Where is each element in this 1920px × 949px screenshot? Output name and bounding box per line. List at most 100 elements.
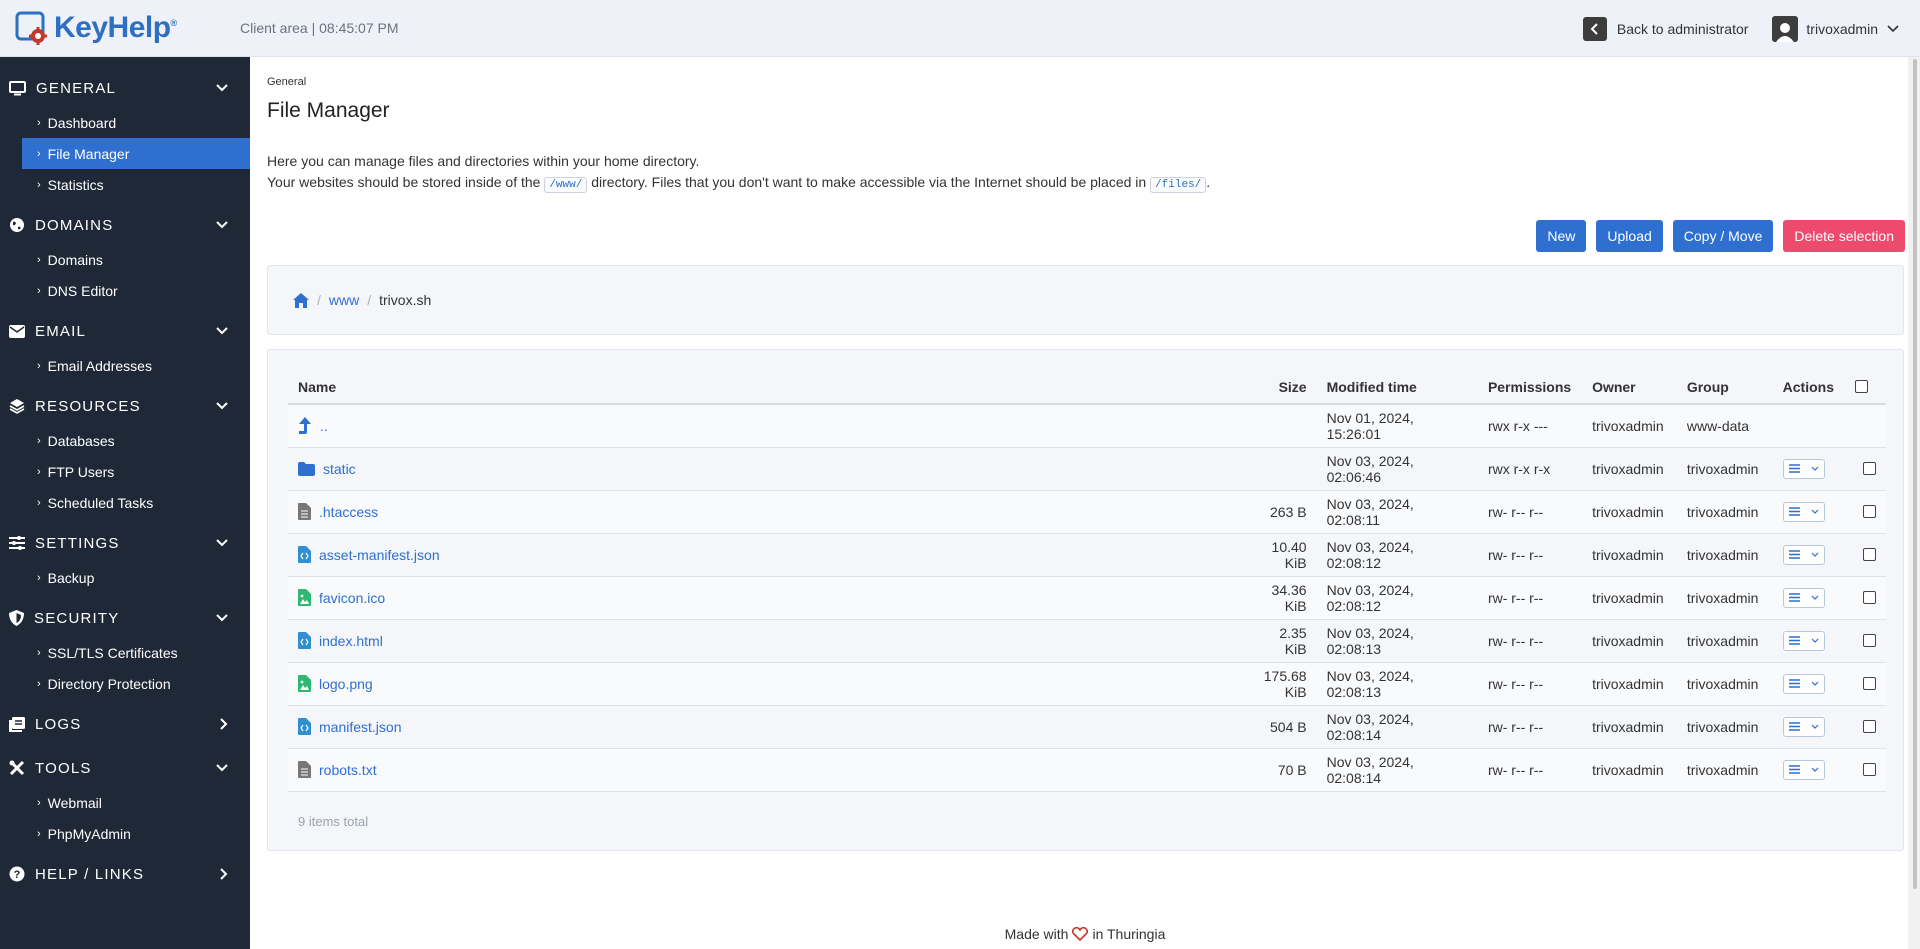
row-actions-dropdown[interactable] (1782, 587, 1825, 608)
sidebar-section-resources[interactable]: RESOURCES (0, 387, 250, 425)
sidebar-section-title: SECURITY (34, 609, 120, 627)
table-row[interactable]: static Nov 03, 2024, 02:06:46 rwx r-x r-… (288, 447, 1886, 491)
sidebar-item-email-addresses[interactable]: › Email Addresses (0, 350, 250, 381)
row-actions-dropdown[interactable] (1782, 673, 1825, 694)
sidebar-item-databases[interactable]: › Databases (0, 425, 250, 456)
row-actions-dropdown[interactable] (1782, 544, 1825, 565)
sidebar-item-dns-editor[interactable]: › DNS Editor (0, 275, 250, 306)
table-row[interactable]: index.html 2.35 KiB Nov 03, 2024, 02:08:… (288, 619, 1886, 663)
file-name[interactable]: static (323, 461, 356, 477)
table-row[interactable]: .. Nov 01, 2024, 15:26:01 rwx r-x --- tr… (288, 404, 1886, 448)
table-row[interactable]: logo.png 175.68 KiB Nov 03, 2024, 02:08:… (288, 662, 1886, 706)
table-row[interactable]: manifest.json 504 B Nov 03, 2024, 02:08:… (288, 705, 1886, 749)
file-name[interactable]: robots.txt (319, 762, 377, 778)
file-name[interactable]: manifest.json (319, 719, 401, 735)
sidebar-section-title: DOMAINS (35, 216, 114, 234)
back-to-administrator-button[interactable]: Back to administrator (1582, 16, 1748, 41)
sidebar-section-settings[interactable]: SETTINGS (0, 524, 250, 562)
file-group: trivoxadmin (1676, 447, 1773, 491)
row-checkbox[interactable] (1862, 634, 1876, 647)
file-name[interactable]: favicon.ico (319, 590, 385, 606)
column-header-size[interactable]: Size (1246, 370, 1317, 405)
column-header-name[interactable]: Name (288, 370, 1247, 405)
row-actions-dropdown[interactable] (1782, 716, 1825, 737)
column-header-owner[interactable]: Owner (1582, 370, 1677, 405)
user-menu[interactable]: trivoxadmin (1772, 15, 1900, 42)
logo[interactable]: KeyHelp® (14, 10, 214, 46)
new-button[interactable]: New (1536, 220, 1587, 252)
action-buttons: New Upload Copy / Move Delete selection (1536, 220, 1905, 252)
file-name[interactable]: .. (320, 418, 328, 434)
list-icon (1788, 507, 1800, 516)
user-icon (1772, 15, 1799, 42)
path-segment-www[interactable]: www (329, 292, 359, 308)
chevron-left-icon (1582, 16, 1607, 41)
row-actions-dropdown[interactable] (1782, 630, 1825, 651)
file-owner: trivoxadmin (1582, 748, 1677, 792)
row-actions-dropdown[interactable] (1782, 501, 1825, 522)
file-modified: Nov 03, 2024, 02:08:13 (1316, 662, 1478, 706)
row-checkbox[interactable] (1862, 591, 1876, 604)
copy-move-button[interactable]: Copy / Move (1672, 220, 1774, 252)
file-name[interactable]: .htaccess (319, 504, 378, 520)
sidebar-item-statistics[interactable]: › Statistics (0, 169, 250, 200)
sidebar-section-domains[interactable]: DOMAINS (0, 206, 250, 244)
envelope-icon (9, 324, 25, 338)
sidebar-item-ftp-users[interactable]: › FTP Users (0, 456, 250, 487)
sidebar-item-phpmyadmin[interactable]: › PhpMyAdmin (0, 818, 250, 849)
sidebar-item-dashboard[interactable]: › Dashboard (0, 107, 250, 138)
row-checkbox[interactable] (1862, 462, 1876, 475)
table-row[interactable]: robots.txt 70 B Nov 03, 2024, 02:08:14 r… (288, 748, 1886, 792)
top-bar: KeyHelp® Client area | 08:45:07 PM Back … (0, 0, 1920, 57)
home-icon[interactable] (293, 292, 309, 308)
table-row[interactable]: .htaccess 263 B Nov 03, 2024, 02:08:11 r… (288, 490, 1886, 534)
sidebar-section-security[interactable]: SECURITY (0, 599, 250, 637)
page-description: Here you can manage files and directorie… (267, 151, 1210, 196)
file-name[interactable]: asset-manifest.json (319, 547, 440, 563)
file-name[interactable]: logo.png (319, 676, 373, 692)
column-header-permissions[interactable]: Permissions (1477, 370, 1583, 405)
chevron-down-icon (216, 327, 228, 335)
chevron-down-icon (1811, 552, 1819, 557)
sidebar-item-ssl-tls-certificates[interactable]: › SSL/TLS Certificates (0, 637, 250, 668)
sidebar-section-tools[interactable]: TOOLS (0, 749, 250, 787)
file-name[interactable]: index.html (319, 633, 383, 649)
sidebar-section-general[interactable]: GENERAL (0, 69, 250, 107)
chevron-down-icon (1811, 466, 1819, 471)
select-all-checkbox[interactable] (1854, 380, 1868, 393)
row-checkbox[interactable] (1862, 677, 1876, 690)
sidebar-section-help-links[interactable]: ? HELP / LINKS (0, 855, 250, 893)
row-actions-dropdown[interactable] (1782, 759, 1825, 780)
table-row[interactable]: asset-manifest.json 10.40 KiB Nov 03, 20… (288, 533, 1886, 577)
upload-button[interactable]: Upload (1596, 220, 1663, 252)
sidebar-item-backup[interactable]: › Backup (0, 562, 250, 593)
sidebar-item-webmail[interactable]: › Webmail (0, 787, 250, 818)
column-header-modified[interactable]: Modified time (1316, 370, 1478, 405)
sidebar-section-logs[interactable]: LOGS (0, 705, 250, 743)
file-permissions: rw- r-- r-- (1477, 576, 1583, 620)
scrollbar-thumb[interactable] (1913, 59, 1917, 889)
file-group: trivoxadmin (1676, 533, 1773, 577)
sidebar-section-title: SETTINGS (35, 534, 120, 552)
row-checkbox[interactable] (1862, 720, 1876, 733)
sidebar-item-domains[interactable]: › Domains (0, 244, 250, 275)
page-scrollbar[interactable] (1908, 57, 1920, 949)
row-checkbox[interactable] (1862, 763, 1876, 776)
table-row[interactable]: favicon.ico 34.36 KiB Nov 03, 2024, 02:0… (288, 576, 1886, 620)
row-checkbox[interactable] (1862, 548, 1876, 561)
sidebar-item-scheduled-tasks[interactable]: › Scheduled Tasks (0, 487, 250, 518)
column-header-group[interactable]: Group (1676, 370, 1773, 405)
svg-text:?: ? (14, 869, 21, 881)
file-permissions: rw- r-- r-- (1477, 662, 1583, 706)
file-table: Name Size Modified time Permissions Owne… (288, 370, 1886, 792)
chevron-down-icon (1811, 724, 1819, 729)
row-checkbox[interactable] (1862, 505, 1876, 518)
file-modified: Nov 03, 2024, 02:08:11 (1316, 490, 1478, 534)
row-actions-dropdown[interactable] (1782, 458, 1825, 479)
file-permissions: rw- r-- r-- (1477, 533, 1583, 577)
delete-selection-button[interactable]: Delete selection (1783, 220, 1905, 252)
sidebar-item-directory-protection[interactable]: › Directory Protection (0, 668, 250, 699)
sidebar-item-file-manager[interactable]: › File Manager (22, 138, 250, 169)
file-image-icon (298, 675, 311, 692)
sidebar-section-email[interactable]: EMAIL (0, 312, 250, 350)
